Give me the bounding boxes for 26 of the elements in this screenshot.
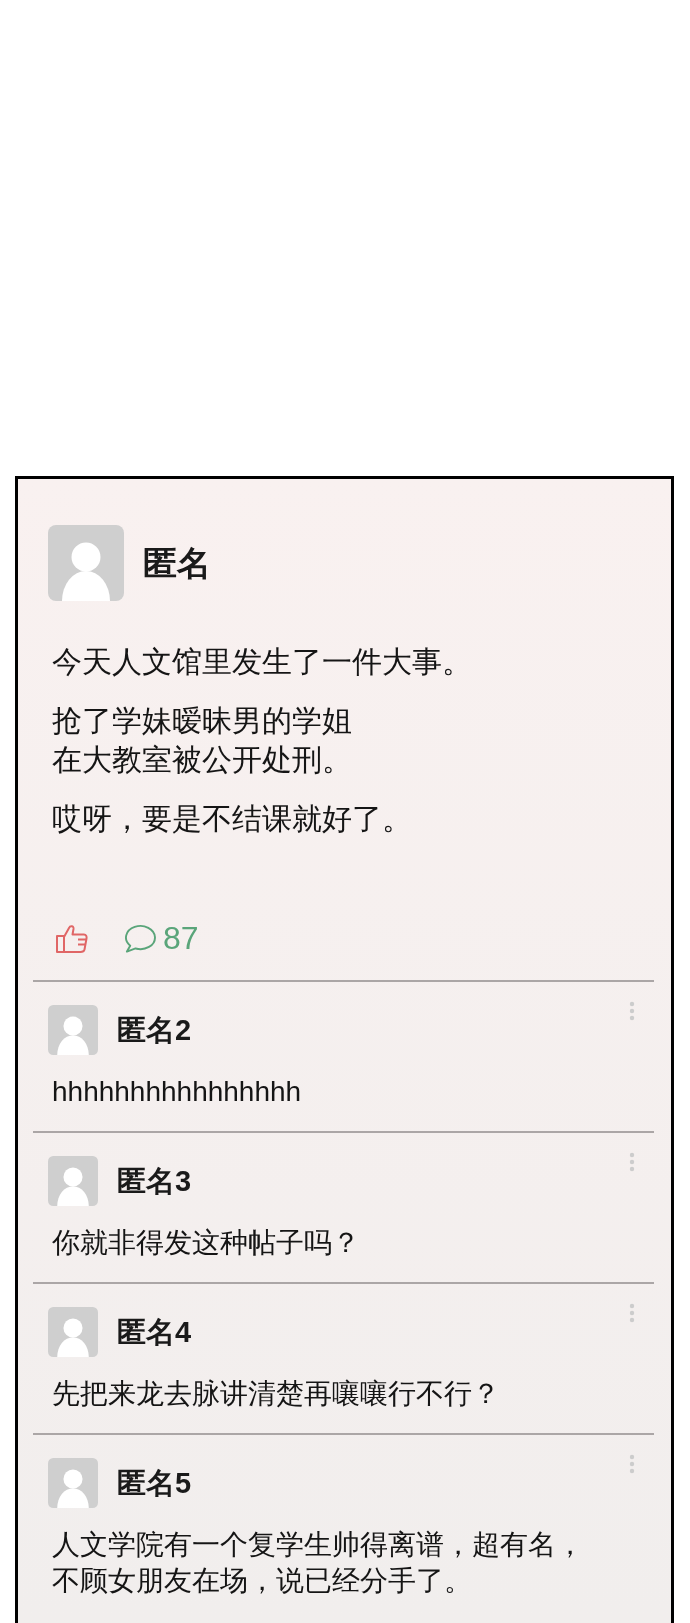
comment-text: hhhhhhhhhhhhhhhh (52, 1075, 302, 1109)
more-options-icon[interactable] (629, 1303, 635, 1323)
comment-author-name: 匿名3 (117, 1164, 192, 1199)
more-options-icon[interactable] (629, 1001, 635, 1021)
more-options-icon[interactable] (629, 1454, 635, 1474)
speech-bubble-icon (123, 923, 156, 953)
post-text: 在大教室被公开处刑。 (52, 742, 352, 778)
comment-author-name: 匿名5 (117, 1466, 192, 1501)
avatar-icon (48, 1005, 98, 1055)
comment-text: 不顾女朋友在场，说已经分手了。 (52, 1564, 472, 1598)
avatar-icon (48, 1156, 98, 1206)
thumbs-up-icon[interactable] (56, 923, 88, 953)
post-text: 今天人文馆里发生了一件大事。 (52, 644, 472, 680)
comment-author-name: 匿名4 (117, 1315, 192, 1350)
avatar-icon (48, 1307, 98, 1357)
avatar-icon (48, 1458, 98, 1508)
comment-author-name: 匿名2 (117, 1013, 192, 1048)
avatar-icon (48, 525, 124, 601)
comment-text: 你就非得发这种帖子吗？ (52, 1226, 360, 1260)
comments-button[interactable]: 87 (123, 922, 199, 954)
post-text: 抢了学妹暧昧男的学姐 (52, 703, 352, 739)
author-name: 匿名 (143, 543, 211, 583)
comment-text: 先把来龙去脉讲清楚再嚷嚷行不行？ (52, 1377, 500, 1411)
post-text: 哎呀，要是不结课就好了。 (52, 801, 412, 837)
more-options-icon[interactable] (629, 1152, 635, 1172)
comment-text: 人文学院有一个复学生帅得离谱，超有名， (52, 1528, 584, 1562)
